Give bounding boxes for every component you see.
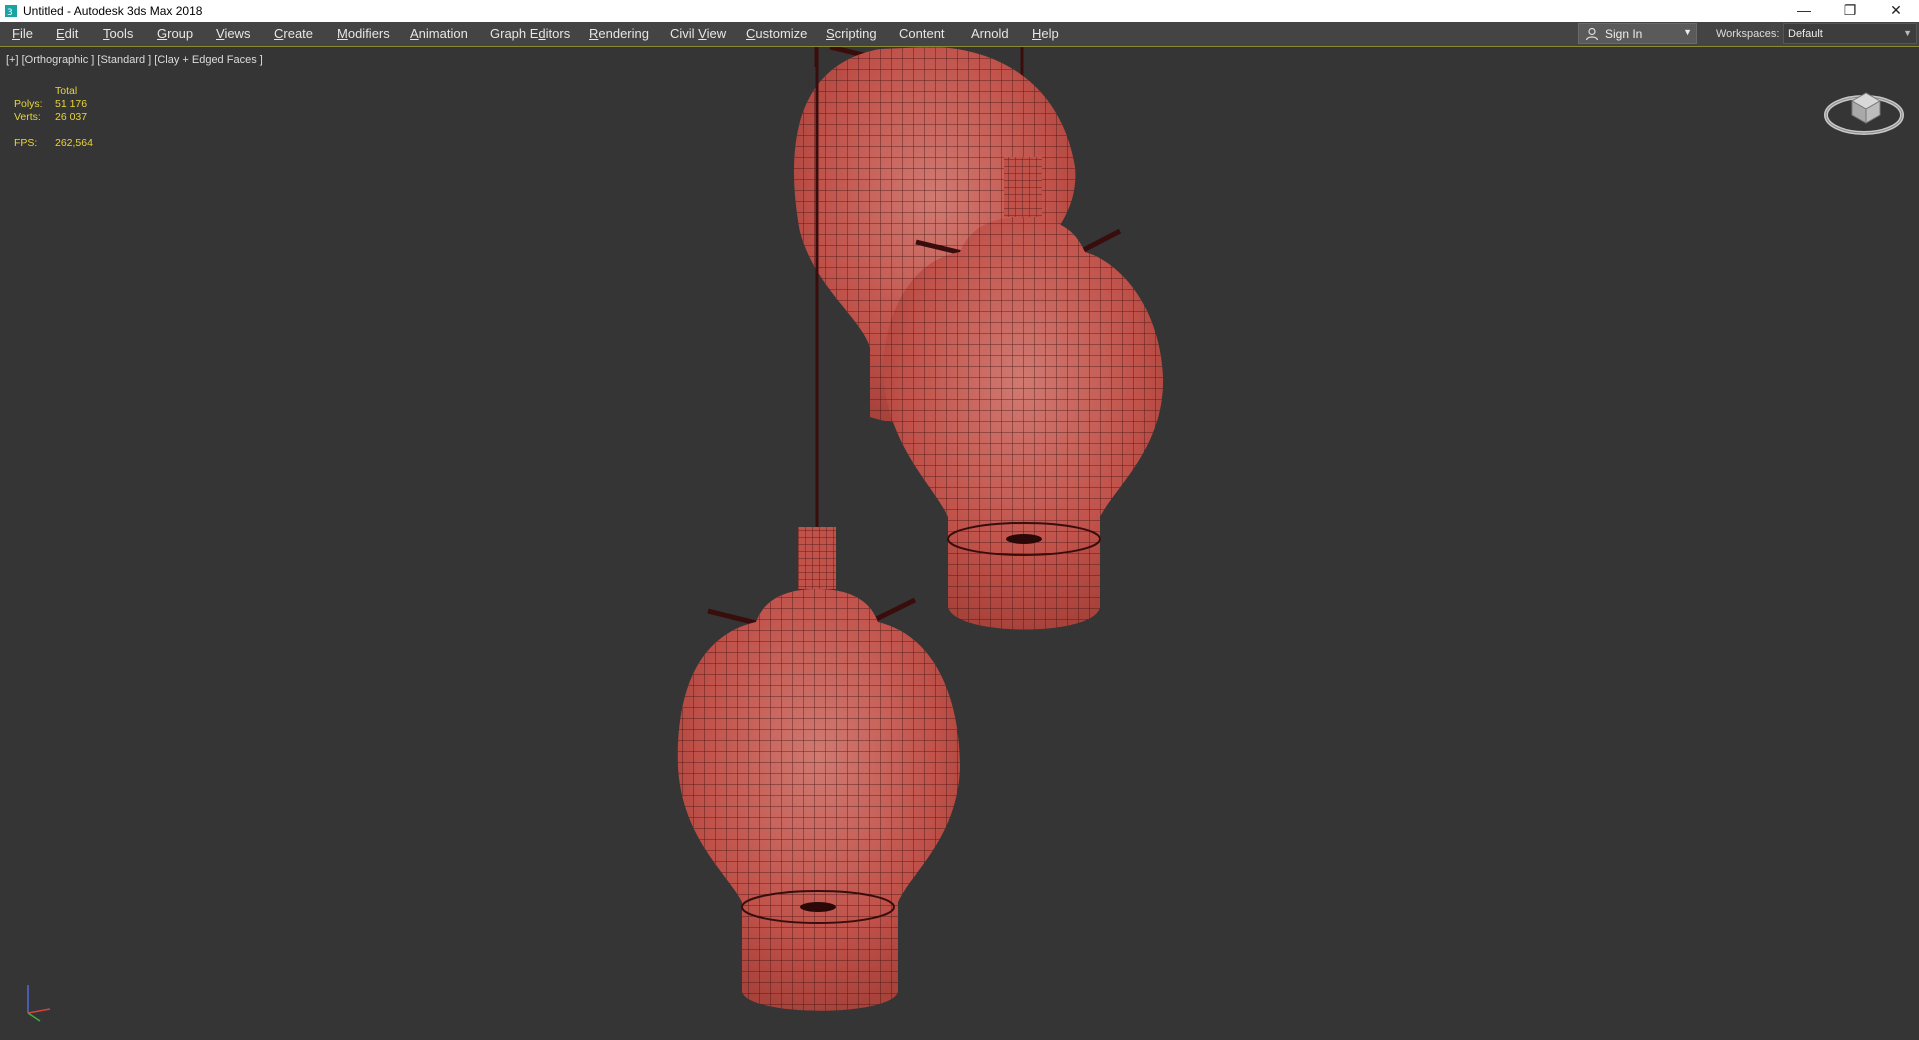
sign-in-label: Sign In [1605,27,1643,41]
3dsmax-app-icon: 3 [5,5,17,18]
viewport-label[interactable]: [+] [Orthographic ] [Standard ] [Clay + … [6,54,263,66]
menu-edit[interactable]: Edit [56,26,78,41]
minimize-button[interactable]: — [1781,0,1827,22]
axis-tripod-icon [27,985,51,1022]
title-bar: 3 Untitled - Autodesk 3ds Max 2018 — ❐ ✕ [0,0,1919,22]
viewcube-icon[interactable] [1822,77,1906,141]
sign-in-button[interactable]: Sign In ▼ [1578,23,1697,44]
close-button[interactable]: ✕ [1873,0,1919,22]
scene-pendant-lamps [677,47,1164,1011]
stats-header: Total [55,85,78,97]
menu-bar: File Edit Tools Group Views Create Modif… [0,22,1919,46]
fps-label: FPS: [14,137,38,149]
menu-civil-view[interactable]: Civil View [670,26,726,41]
menu-help[interactable]: Help [1032,26,1059,41]
user-icon [1585,27,1599,41]
menu-modifiers[interactable]: Modifiers [337,26,390,41]
verts-value: 26 037 [55,111,88,123]
menu-graph-editors[interactable]: Graph Editors [490,26,570,41]
fps-value: 262,564 [55,137,93,149]
workspace-value: Default [1788,28,1823,40]
chevron-down-icon: ▼ [1683,27,1692,37]
menu-arnold[interactable]: Arnold [971,26,1009,41]
workspaces-label: Workspaces: [1716,28,1780,40]
window-title: Untitled - Autodesk 3ds Max 2018 [23,4,203,18]
menu-customize[interactable]: Customize [746,26,807,41]
svg-text:3: 3 [7,8,13,18]
menu-views[interactable]: Views [216,26,250,41]
polys-label: Polys: [14,98,43,110]
verts-label: Verts: [14,111,41,123]
lamp-front[interactable] [677,527,960,1011]
menu-file[interactable]: File [12,26,33,41]
menu-content[interactable]: Content [899,26,945,41]
menu-scripting[interactable]: Scripting [826,26,877,41]
viewport[interactable]: [+] [Orthographic ] [Standard ] [Clay + … [0,46,1919,1040]
menu-create[interactable]: Create [274,26,313,41]
menu-rendering[interactable]: Rendering [589,26,649,41]
restore-button[interactable]: ❐ [1827,0,1873,22]
menu-animation[interactable]: Animation [410,26,468,41]
menu-group[interactable]: Group [157,26,193,41]
polys-value: 51 176 [55,98,88,110]
workspace-dropdown[interactable]: Default ▼ [1783,23,1917,44]
chevron-down-icon: ▼ [1903,28,1912,38]
menu-tools[interactable]: Tools [103,26,133,41]
